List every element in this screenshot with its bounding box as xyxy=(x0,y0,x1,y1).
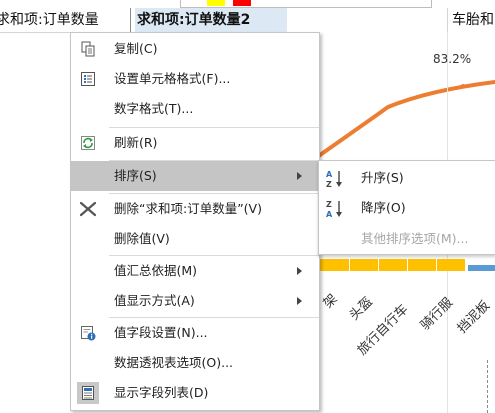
svg-text:Z: Z xyxy=(326,200,332,209)
submenu-item-label: 升序(S) xyxy=(361,170,404,185)
menu-item-pivot-options[interactable]: 数据透视表选项(O)... xyxy=(71,348,319,378)
sort-ascending-icon: A Z xyxy=(325,169,343,189)
menu-item-format-cells[interactable]: 设置单元格格式(F)... xyxy=(71,64,319,94)
chevron-right-icon xyxy=(297,172,302,180)
cumulative-line xyxy=(320,80,495,158)
menu-item-number-format[interactable]: 数字格式(T)... xyxy=(71,94,319,124)
copy-icon xyxy=(79,41,97,57)
menu-item-label: 删除值(V) xyxy=(114,231,170,246)
header-cell-order-qty[interactable]: 求和项:订单数量 xyxy=(0,8,128,32)
submenu-item-label: 降序(O) xyxy=(361,200,406,215)
menu-item-label: 值汇总依据(M) xyxy=(114,263,198,278)
sort-submenu: A Z 升序(S) Z A 降序(O) 其他排序选项(M)... xyxy=(318,160,495,255)
column-separator xyxy=(130,8,131,32)
menu-item-refresh[interactable]: 刷新(R) xyxy=(71,128,319,158)
svg-text:A: A xyxy=(326,170,333,179)
submenu-item-more-sort-options[interactable]: 其他排序选项(M)... xyxy=(319,224,495,254)
menu-item-label: 复制(C) xyxy=(114,41,158,56)
menu-item-label: 显示字段列表(D) xyxy=(114,385,209,400)
field-list-icon xyxy=(77,382,99,404)
pivot-header-row: 求和项:订单数量 求和项:订单数量2 车胎和 xyxy=(0,8,495,33)
svg-text:A: A xyxy=(326,210,333,219)
data-label-percent: 83.2% xyxy=(433,52,472,66)
menu-item-label: 数据透视表选项(O)... xyxy=(114,355,234,370)
red-swatch[interactable] xyxy=(233,0,251,6)
chevron-right-icon xyxy=(297,297,302,305)
delete-x-icon xyxy=(79,201,97,217)
yellow-swatch[interactable] xyxy=(207,0,225,6)
bar-separator xyxy=(407,259,408,271)
line-point xyxy=(461,84,465,88)
chevron-right-icon xyxy=(297,267,302,275)
menu-item-show-values-as[interactable]: 值显示方式(A) xyxy=(71,286,319,316)
bar-separator xyxy=(436,259,437,271)
bar-separator xyxy=(349,259,350,271)
sort-descending-icon: Z A xyxy=(325,199,343,219)
context-menu: 复制(C) 设置单元格格式(F)... 数字格式(T)... 刷新(R) 排序(… xyxy=(70,32,320,411)
floating-toolbar-strip xyxy=(180,0,432,8)
menu-item-label: 值字段设置(N)... xyxy=(114,325,208,340)
submenu-item-label: 其他排序选项(M)... xyxy=(361,231,469,246)
menu-item-summarize-by[interactable]: 值汇总依据(M) xyxy=(71,256,319,286)
header-cell-tires[interactable]: 车胎和 xyxy=(447,8,495,32)
menu-item-sort[interactable]: 排序(S) xyxy=(71,161,319,191)
menu-item-field-settings[interactable]: 值字段设置(N)... xyxy=(71,318,319,348)
menu-item-label: 设置单元格格式(F)... xyxy=(114,71,231,86)
submenu-item-sort-ascending[interactable]: A Z 升序(S) xyxy=(319,163,495,193)
refresh-icon xyxy=(79,135,97,151)
chart-bar-blue[interactable] xyxy=(468,265,495,271)
menu-item-copy[interactable]: 复制(C) xyxy=(71,34,319,64)
field-settings-icon xyxy=(79,325,97,341)
chart-bars[interactable] xyxy=(320,259,465,271)
format-cells-icon xyxy=(79,71,97,87)
svg-text:Z: Z xyxy=(326,180,332,189)
bar-separator xyxy=(378,259,379,271)
menu-item-delete-value[interactable]: 删除值(V) xyxy=(71,224,319,254)
menu-item-show-field-list[interactable]: 显示字段列表(D) xyxy=(71,378,319,408)
menu-item-label: 排序(S) xyxy=(114,168,157,183)
page-break-line xyxy=(487,360,489,413)
menu-item-label: 刷新(R) xyxy=(114,135,158,150)
submenu-item-sort-descending[interactable]: Z A 降序(O) xyxy=(319,193,495,223)
menu-item-label: 值显示方式(A) xyxy=(114,293,195,308)
menu-item-label: 删除“求和项:订单数量”(V) xyxy=(114,201,262,216)
menu-item-label: 数字格式(T)... xyxy=(114,101,194,116)
header-cell-order-qty-2[interactable]: 求和项:订单数量2 xyxy=(135,8,287,32)
menu-item-delete-field[interactable]: 删除“求和项:订单数量”(V) xyxy=(71,194,319,224)
